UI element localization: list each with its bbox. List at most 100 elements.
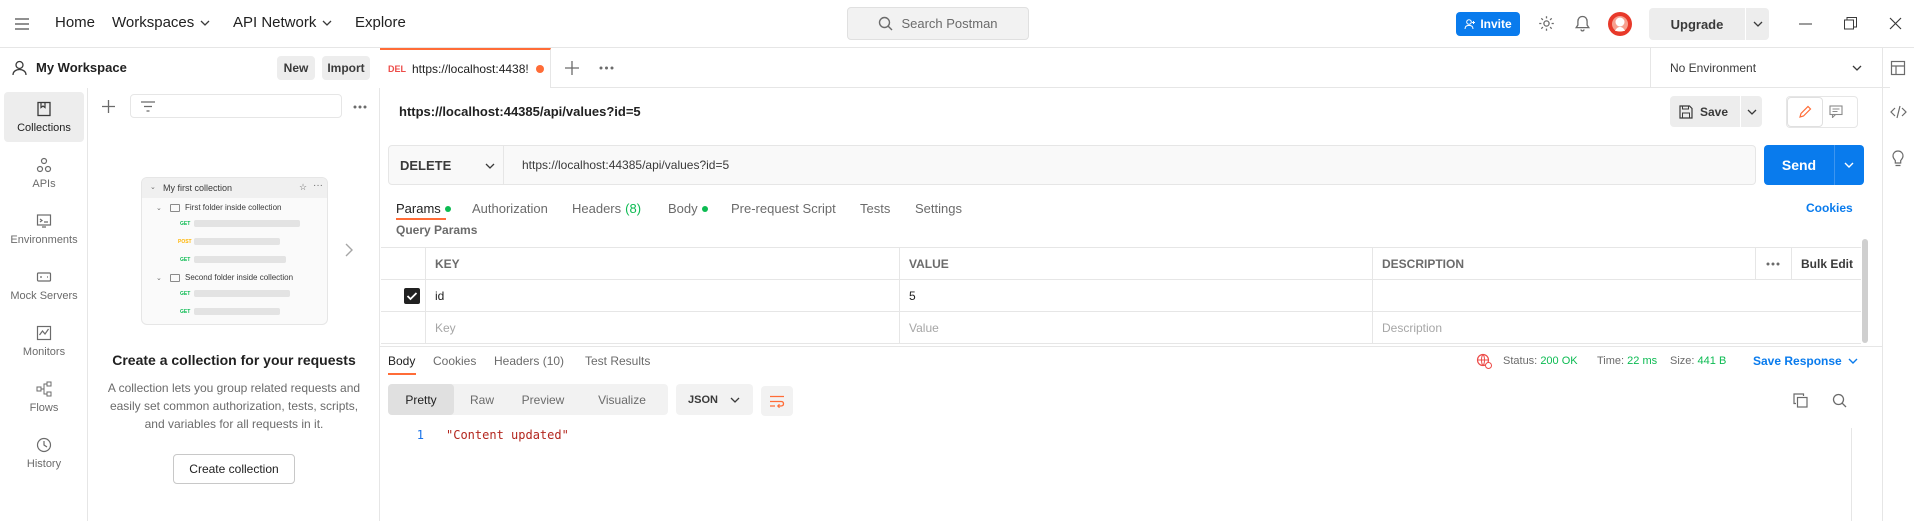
create-collection-button[interactable]: Create collection — [173, 454, 295, 484]
format-label: JSON — [688, 393, 718, 406]
rail-item-environments[interactable]: Environments — [4, 204, 84, 254]
cookies-link[interactable]: Cookies — [1806, 201, 1853, 215]
request-tab-strip: DEL https://localhost:4438! — [380, 48, 1650, 88]
view-raw[interactable]: Raw — [454, 384, 510, 415]
apis-icon — [36, 157, 52, 172]
rail-label-collections: Collections — [17, 121, 71, 134]
notifications-bell-icon[interactable] — [1575, 15, 1590, 32]
new-param-value-input[interactable]: Value — [899, 312, 1372, 344]
tab-more-icon[interactable] — [599, 66, 614, 70]
tab-body-label: Body — [668, 201, 698, 216]
view-preview[interactable]: Preview — [510, 384, 576, 415]
new-param-key-input[interactable]: Key — [425, 312, 899, 344]
param-checkbox[interactable] — [381, 280, 425, 312]
tab-authorization[interactable]: Authorization — [472, 201, 548, 216]
method-selector[interactable]: DELETE — [388, 145, 504, 185]
rail-label-history: History — [26, 457, 62, 470]
menu-icon[interactable] — [14, 17, 30, 31]
rail-item-apis[interactable]: APIs — [4, 148, 84, 198]
upgrade-button[interactable]: Upgrade — [1649, 8, 1769, 40]
rail-item-history[interactable]: History — [4, 428, 84, 478]
tab-params[interactable]: Params — [396, 201, 451, 216]
empty-state-description: A collection lets you group related requ… — [107, 381, 361, 431]
rail-item-monitors[interactable]: Monitors — [4, 316, 84, 366]
response-tab-test-results[interactable]: Test Results — [585, 354, 650, 368]
collections-sidebar: ⌄ My first collection ☆ ··· ⌄ First fold… — [88, 88, 380, 521]
rail-item-flows[interactable]: Flows — [4, 372, 84, 422]
user-icon — [12, 60, 27, 76]
edit-pencil-icon[interactable] — [1787, 97, 1823, 127]
chevron-down-icon[interactable] — [1753, 21, 1763, 27]
tab-pre-request-script[interactable]: Pre-request Script — [731, 201, 836, 216]
api-network-menu[interactable]: API Network — [233, 14, 332, 31]
request-scrollbar[interactable] — [1862, 239, 1868, 343]
chevron-right-icon[interactable] — [345, 243, 353, 257]
send-button[interactable]: Send — [1764, 145, 1864, 185]
empty-checkbox-cell — [381, 312, 425, 344]
code-icon[interactable] — [1890, 105, 1907, 119]
rail-item-collections[interactable]: Collections — [4, 92, 84, 142]
more-options-icon[interactable] — [353, 105, 367, 109]
response-body[interactable]: 1 "Content updated" — [390, 428, 569, 442]
add-tab-icon[interactable] — [565, 61, 579, 75]
response-tab-headers[interactable]: Headers (10) — [494, 354, 564, 368]
avatar[interactable] — [1608, 12, 1632, 36]
unsaved-dot-icon — [536, 65, 544, 73]
close-icon[interactable] — [1889, 17, 1902, 30]
new-param-description-input[interactable]: Description — [1372, 312, 1861, 344]
restore-icon[interactable] — [1844, 17, 1857, 30]
param-key-cell[interactable]: id — [425, 280, 899, 312]
network-globe-icon[interactable] — [1476, 353, 1492, 369]
tab-request[interactable]: DEL https://localhost:4438! — [380, 48, 551, 88]
import-button[interactable]: Import — [322, 56, 370, 80]
response-tab-cookies[interactable]: Cookies — [433, 354, 476, 368]
new-button[interactable]: New — [277, 56, 315, 80]
save-response-label: Save Response — [1753, 354, 1842, 368]
comment-icon[interactable] — [1829, 105, 1843, 118]
wrap-lines-button[interactable] — [761, 386, 793, 416]
tab-tests[interactable]: Tests — [860, 201, 890, 216]
explore-link[interactable]: Explore — [355, 14, 406, 31]
rail-label-flows: Flows — [29, 401, 59, 414]
workspace-name[interactable]: My Workspace — [36, 60, 127, 75]
filter-input[interactable] — [130, 94, 342, 118]
response-tab-body[interactable]: Body — [388, 354, 415, 368]
illustration-post: POST — [178, 239, 192, 245]
request-title[interactable]: https://localhost:44385/api/values?id=5 — [399, 104, 641, 119]
illustration-collection-name: My first collection — [163, 183, 233, 193]
param-value-cell[interactable]: 5 — [899, 280, 1372, 312]
invite-button[interactable]: Invite — [1456, 12, 1520, 36]
url-input[interactable]: https://localhost:44385/api/values?id=5 — [504, 145, 1756, 185]
param-description-cell[interactable] — [1372, 280, 1861, 312]
search-response-icon[interactable] — [1832, 393, 1847, 408]
table-header-row: KEY VALUE DESCRIPTION Bulk Edit — [381, 248, 1861, 280]
lightbulb-icon[interactable] — [1891, 150, 1905, 167]
environment-quick-look-icon[interactable] — [1890, 60, 1906, 76]
home-link[interactable]: Home — [55, 14, 95, 31]
settings-gear-icon[interactable] — [1538, 15, 1555, 32]
query-params-table: KEY VALUE DESCRIPTION Bulk Edit id 5 Key… — [381, 247, 1861, 345]
minimize-icon[interactable] — [1799, 23, 1812, 25]
left-rail: Collections APIs Environments Mock Serve… — [0, 88, 88, 521]
response-line: "Content updated" — [446, 428, 569, 442]
checkbox-checked-icon — [404, 288, 420, 304]
add-icon[interactable] — [102, 100, 115, 113]
search-bar[interactable]: Search Postman — [847, 7, 1029, 40]
tab-settings[interactable]: Settings — [915, 201, 962, 216]
format-selector[interactable]: JSON — [676, 384, 753, 415]
response-size: Size: 441 B — [1670, 355, 1726, 367]
chevron-down-icon[interactable] — [1844, 162, 1854, 168]
view-pretty[interactable]: Pretty — [388, 384, 454, 415]
copy-icon[interactable] — [1793, 393, 1808, 408]
tab-body[interactable]: Body — [668, 201, 708, 216]
size-value: 441 B — [1697, 355, 1727, 367]
environment-selector[interactable]: No Environment — [1650, 48, 1890, 88]
workspaces-menu[interactable]: Workspaces — [112, 14, 210, 31]
table-more-icon[interactable] — [1755, 248, 1791, 280]
bulk-edit-button[interactable]: Bulk Edit — [1791, 248, 1861, 280]
save-dropdown[interactable] — [1740, 96, 1762, 127]
view-visualize[interactable]: Visualize — [576, 384, 668, 415]
tab-headers[interactable]: Headers (8) — [572, 201, 641, 216]
save-response-button[interactable]: Save Response — [1753, 354, 1858, 368]
rail-item-mock-servers[interactable]: Mock Servers — [4, 260, 84, 310]
